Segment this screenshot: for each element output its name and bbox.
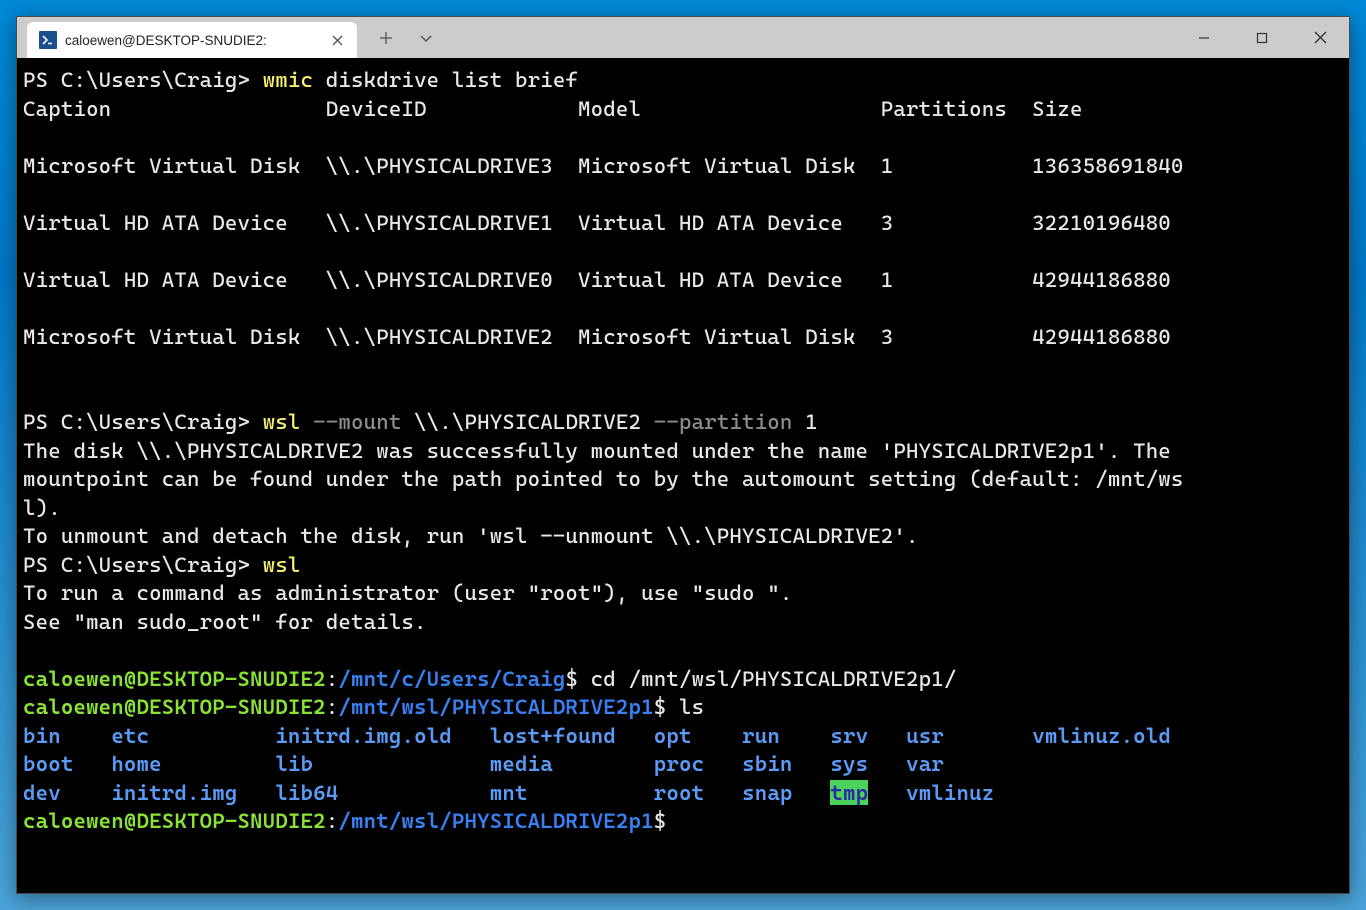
cmd-args: diskdrive list brief xyxy=(313,67,578,92)
bash-user: caloewen@DESKTOP-SNUDIE2 xyxy=(23,666,326,691)
ls-item: opt xyxy=(654,723,730,748)
ls-item: srv xyxy=(830,723,893,748)
ls-row: bin etc initrd.img.old lost+found opt ru… xyxy=(23,722,1343,751)
tab-title: caloewen@DESKTOP-SNUDIE2: xyxy=(65,33,319,48)
cmd-wsl: wsl xyxy=(263,409,301,434)
close-window-button[interactable] xyxy=(1291,17,1349,58)
ls-item: mnt xyxy=(490,780,641,805)
ls-item: home xyxy=(111,751,262,776)
powershell-icon xyxy=(39,31,57,49)
ls-item: vmlinuz.old xyxy=(1032,723,1171,748)
cmd-wmic: wmic xyxy=(263,67,313,92)
arg-part: 1 xyxy=(793,409,818,434)
bash-path: /mnt/wsl/PHYSICALDRIVE2p1 xyxy=(338,694,653,719)
ls-item: proc xyxy=(654,751,730,776)
tab-close-button[interactable] xyxy=(327,30,347,50)
tab[interactable]: caloewen@DESKTOP-SNUDIE2: xyxy=(27,22,357,58)
ps-prompt: PS C:\Users\Craig> xyxy=(23,409,263,434)
titlebar[interactable]: caloewen@DESKTOP-SNUDIE2: xyxy=(17,17,1349,58)
bash-cmd: cd /mnt/wsl/PHYSICALDRIVE2p1/ xyxy=(578,666,956,691)
output-line: l). xyxy=(23,494,1343,523)
cmd-wsl: wsl xyxy=(263,552,301,577)
minimize-button[interactable] xyxy=(1175,17,1233,58)
ls-item: sbin xyxy=(742,751,818,776)
new-tab-button[interactable] xyxy=(369,21,403,55)
output-line: mountpoint can be found under the path p… xyxy=(23,465,1343,494)
output-line: To run a command as administrator (user … xyxy=(23,579,1343,608)
table-row: Microsoft Virtual Disk \\.\PHYSICALDRIVE… xyxy=(23,323,1343,352)
table-row: Virtual HD ATA Device \\.\PHYSICALDRIVE1… xyxy=(23,209,1343,238)
tab-dropdown-button[interactable] xyxy=(409,21,443,55)
ls-item: root xyxy=(654,780,730,805)
output-line: The disk \\.\PHYSICALDRIVE2 was successf… xyxy=(23,437,1343,466)
window-controls xyxy=(1175,17,1349,58)
maximize-button[interactable] xyxy=(1233,17,1291,58)
ls-item: initrd.img xyxy=(111,780,262,805)
ls-item: etc xyxy=(111,723,262,748)
bash-path: /mnt/wsl/PHYSICALDRIVE2p1 xyxy=(338,808,653,833)
ls-item: snap xyxy=(742,780,818,805)
ls-item: usr xyxy=(906,723,1020,748)
ls-item: dev xyxy=(23,780,99,805)
table-row: Virtual HD ATA Device \\.\PHYSICALDRIVE0… xyxy=(23,266,1343,295)
table-row: Microsoft Virtual Disk \\.\PHYSICALDRIVE… xyxy=(23,152,1343,181)
ls-item: vmlinuz xyxy=(906,780,1020,805)
tabbar-buttons xyxy=(369,17,443,58)
ls-item: bin xyxy=(23,723,99,748)
flag-partition: --partition xyxy=(641,409,792,434)
bash-user: caloewen@DESKTOP-SNUDIE2 xyxy=(23,808,326,833)
bash-user: caloewen@DESKTOP-SNUDIE2 xyxy=(23,694,326,719)
ls-item: lost+found xyxy=(490,723,641,748)
arg-drive: \\.\PHYSICALDRIVE2 xyxy=(401,409,641,434)
ls-item: run xyxy=(742,723,818,748)
ls-row: dev initrd.img lib64 mnt root snap tmp v… xyxy=(23,779,1343,808)
output-line: To unmount and detach the disk, run 'wsl… xyxy=(23,522,1343,551)
ps-prompt: PS C:\Users\Craig> xyxy=(23,67,263,92)
table-header: Caption DeviceID Model Partitions Size xyxy=(23,95,1343,124)
terminal-body[interactable]: PS C:\Users\Craig> wmic diskdrive list b… xyxy=(17,58,1349,893)
ls-row: boot home lib media proc sbin sys var xyxy=(23,750,1343,779)
ls-item: initrd.img.old xyxy=(275,723,477,748)
ls-item: var xyxy=(906,751,1020,776)
ls-item: media xyxy=(490,751,641,776)
terminal-window: caloewen@DESKTOP-SNUDIE2: PS C: xyxy=(16,16,1350,894)
ls-item: boot xyxy=(23,751,99,776)
output-line: See "man sudo_root" for details. xyxy=(23,608,1343,637)
flag-mount: --mount xyxy=(301,409,402,434)
ls-item-tmp: tmp xyxy=(830,780,868,805)
ls-item: lib64 xyxy=(275,780,477,805)
bash-path: /mnt/c/Users/Craig xyxy=(338,666,565,691)
bash-cmd: ls xyxy=(666,694,704,719)
ps-prompt: PS C:\Users\Craig> xyxy=(23,552,263,577)
ls-item: lib xyxy=(275,751,477,776)
ls-item: sys xyxy=(830,751,893,776)
